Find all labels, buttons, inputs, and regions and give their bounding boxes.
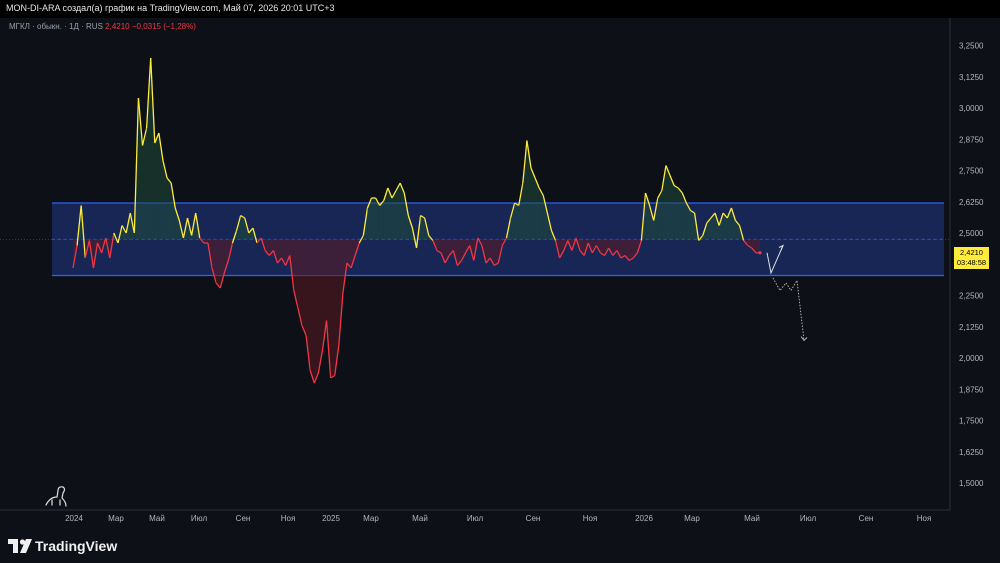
series-area-segment bbox=[162, 160, 168, 240]
series-area-segment bbox=[167, 178, 172, 240]
x-tick-label: Июл bbox=[467, 514, 484, 523]
series-area-segment bbox=[678, 188, 683, 240]
x-tick-label: Май bbox=[744, 514, 760, 523]
current-price-value: 2,4210 bbox=[960, 248, 983, 257]
x-tick-label: Май bbox=[412, 514, 428, 523]
y-tick-label: 1,8750 bbox=[959, 385, 984, 394]
current-price-label: 2,4210 03:48:58 bbox=[954, 247, 989, 269]
series-area-segment bbox=[396, 183, 401, 240]
price-change: −0,0315 (−1,28%) bbox=[131, 22, 196, 31]
footer: TradingView bbox=[0, 527, 1000, 563]
y-tick-label: 1,6250 bbox=[959, 448, 984, 457]
series-area-segment bbox=[755, 239, 760, 253]
tradingview-logo[interactable]: TradingView bbox=[8, 537, 117, 555]
tradingview-logo-icon bbox=[8, 539, 32, 553]
y-tick-label: 2,7500 bbox=[959, 167, 984, 176]
bar-countdown: 03:48:58 bbox=[956, 258, 987, 267]
y-tick-label: 1,5000 bbox=[959, 479, 984, 488]
price-chart[interactable]: 3,2500 3,1250 3,0000 2,8750 2,7500 2,6250 2,50… bbox=[0, 0, 1000, 563]
series-area-segment bbox=[314, 239, 319, 383]
series-area-segment bbox=[665, 165, 671, 240]
series-area-segment bbox=[379, 200, 384, 240]
y-tick-label: 2,1250 bbox=[959, 323, 984, 332]
x-tick-label: Июл bbox=[800, 514, 817, 523]
x-tick-label: 2024 bbox=[65, 514, 83, 523]
x-tick-label: 2025 bbox=[322, 514, 340, 523]
series-area-segment bbox=[531, 168, 536, 240]
tradingview-wordmark: TradingView bbox=[35, 538, 118, 554]
symbol-name: МГКЛ · обыкн. · 1Д · RUS bbox=[9, 22, 103, 31]
y-tick-label: 2,5000 bbox=[959, 229, 984, 238]
symbol-legend[interactable]: МГКЛ · обыкн. · 1Д · RUS 2,4210 −0,0315 … bbox=[9, 22, 196, 31]
forecast-alternative-path[interactable] bbox=[772, 277, 805, 341]
x-tick-label: 2026 bbox=[635, 514, 653, 523]
series-area-segment bbox=[150, 58, 155, 240]
series-area-segment bbox=[171, 183, 176, 240]
x-tick-label: Сен bbox=[236, 514, 251, 523]
y-tick-label: 3,0000 bbox=[959, 104, 984, 113]
x-tick-label: Мар bbox=[363, 514, 379, 523]
x-tick-label: Май bbox=[149, 514, 165, 523]
y-tick-label: 3,1250 bbox=[959, 73, 984, 82]
x-tick-label: Ноя bbox=[917, 514, 932, 523]
x-tick-label: Сен bbox=[859, 514, 874, 523]
series-area-segment bbox=[216, 239, 221, 288]
y-tick-label: 2,8750 bbox=[959, 135, 984, 144]
x-tick-label: Ноя bbox=[281, 514, 296, 523]
y-tick-label: 2,6250 bbox=[959, 198, 984, 207]
y-tick-label: 2,2500 bbox=[959, 292, 984, 301]
series-area-segment bbox=[154, 133, 159, 240]
x-tick-label: Мар bbox=[684, 514, 700, 523]
series-area-segment bbox=[240, 215, 245, 240]
series-area-segment bbox=[371, 198, 376, 240]
last-price: 2,4210 bbox=[105, 22, 130, 31]
series-area-segment bbox=[514, 203, 519, 240]
dinosaur-icon[interactable] bbox=[45, 486, 67, 507]
series-area-segment bbox=[494, 239, 499, 266]
series-area-segment bbox=[420, 215, 425, 240]
series-area-segment bbox=[690, 210, 695, 240]
y-tick-label: 2,0000 bbox=[959, 354, 984, 363]
series-area-segment bbox=[629, 239, 634, 261]
series-last-point bbox=[758, 251, 762, 255]
series-area-segment bbox=[302, 239, 307, 336]
series-area-segment bbox=[330, 239, 335, 378]
y-tick-label: 3,2500 bbox=[959, 42, 984, 51]
series-area-segment bbox=[674, 185, 679, 240]
x-tick-label: Июл bbox=[191, 514, 208, 523]
x-tick-label: Ноя bbox=[583, 514, 598, 523]
x-tick-label: Сен bbox=[526, 514, 541, 523]
series-area-segment bbox=[310, 239, 315, 383]
x-tick-label: Мар bbox=[108, 514, 124, 523]
y-tick-label: 1,7500 bbox=[959, 417, 984, 426]
series-area-segment bbox=[334, 239, 339, 376]
